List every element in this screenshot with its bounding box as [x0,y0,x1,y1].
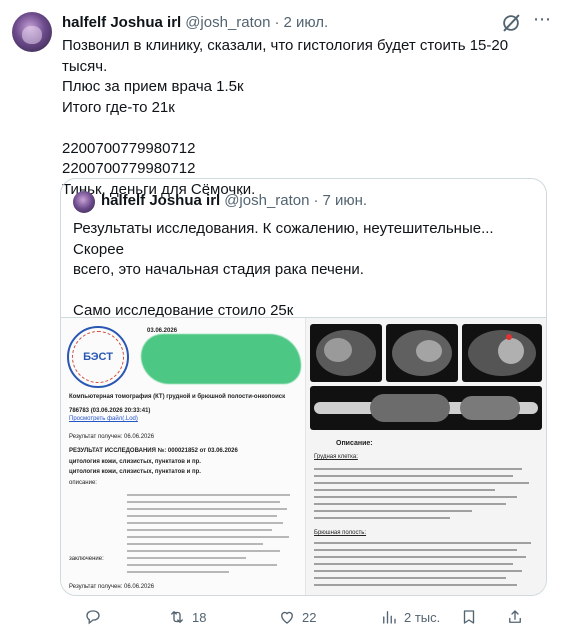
retweet-count: 18 [192,609,207,625]
bookmark-button[interactable] [460,608,478,626]
tweet-line [62,118,532,139]
share-button[interactable] [506,608,524,626]
tweet-line: Плюс за прием врача 1.5к [62,78,244,95]
retweet-icon [171,611,183,623]
doc-received-2: Результат получен: 06.06.2026 [69,584,155,590]
reply-icon [86,610,100,625]
doc-exam-code: 786783 (03.06.2026 20:33:41) [69,408,151,414]
like-button[interactable]: 22 [278,608,316,626]
medical-report-image[interactable]: БЭСТ 03.06.2026 Компьютерная томография … [61,318,306,595]
tweet-actions: 18 22 2 тыс. [0,608,561,632]
ct-abdomen-label: Брюшная полость: [314,530,367,536]
tweet-line: 2200700779980712 [62,160,196,177]
doc-description-label: описание: [69,480,97,486]
ct-slice [386,324,458,382]
quoted-tweet-date: 7 июн. [322,192,368,209]
ct-description-label: Описание: [336,440,373,447]
ct-scan-image[interactable]: Описание: Грудная клетка: Брюшная полост… [306,318,546,595]
like-count: 22 [302,609,317,625]
tweet-line: Итого где-то 21к [62,98,175,116]
ct-abdomen-text [314,542,540,591]
quoted-line [73,281,535,302]
doc-cytology-2: цитология кожи, слизистых, пунктатов и п… [69,469,201,475]
author-avatar[interactable] [12,12,52,52]
author-handle[interactable]: @josh_raton [185,14,270,31]
ct-sagittal [310,386,542,430]
tweet-date[interactable]: 2 июл. [283,14,328,31]
views-count: 2 тыс. [404,609,441,625]
quoted-line: всего, это начальная стадия рака печени. [73,261,364,278]
doc-study-header: РЕЗУЛЬТАТ ИССЛЕДОВАНИЯ №: 000021852 от 0… [69,448,238,454]
tweet-line: Позвонил в клинику, сказали, что гистоло… [62,37,509,75]
doc-conclusion-label: заключение: [69,556,104,562]
quoted-tweet[interactable]: halfelf Joshua irl @josh_raton · 7 июн. … [60,178,547,596]
quoted-author-avatar [73,191,95,213]
retweet-button[interactable]: 18 [168,608,206,626]
tweet-text: Позвонил в клинику, сказали, что гистоло… [62,36,532,200]
quoted-author-name: halfelf Joshua irl [101,192,221,209]
grok-icon[interactable] [500,12,522,34]
doc-cytology-1: цитология кожи, слизистых, пунктатов и п… [69,459,201,465]
reply-button[interactable] [84,608,108,626]
quoted-author-handle: @josh_raton [224,192,310,209]
quoted-tweet-header: halfelf Joshua irl @josh_raton · 7 июн. [101,192,367,209]
ct-report-text [314,468,540,524]
tweet-line: 2200700779980712 [62,139,196,157]
doc-exam-title: Компьютерная томография (КТ) грудной и б… [69,394,286,400]
separator-dot: · [274,14,280,31]
separator-dot: · [313,192,319,209]
views-button[interactable]: 2 тыс. [380,608,440,626]
views-icon [383,611,396,624]
ct-slice [462,324,542,382]
doc-body-text [127,494,297,578]
clinic-logo: БЭСТ [67,326,129,388]
redaction-blot [141,334,301,384]
author-name[interactable]: halfelf Joshua irl [62,14,181,31]
ct-slice [310,324,382,382]
bookmark-icon [463,610,475,624]
media-grid: БЭСТ 03.06.2026 Компьютерная томография … [61,317,546,595]
clinic-logo-text: БЭСТ [83,351,113,363]
heart-icon [281,611,293,624]
tweet-header: halfelf Joshua irl @josh_raton · 2 июл. [62,14,501,31]
quoted-line: Результаты исследования. К сожалению, не… [73,220,494,258]
ct-chest-label: Грудная клетка: [314,454,358,460]
doc-received-1: Результат получен: 06.06.2026 [69,434,155,440]
share-icon [509,610,521,623]
more-options-icon[interactable]: ⋯ [533,10,553,32]
doc-file-link: Просмотреть файл(.Lod) [69,416,138,422]
